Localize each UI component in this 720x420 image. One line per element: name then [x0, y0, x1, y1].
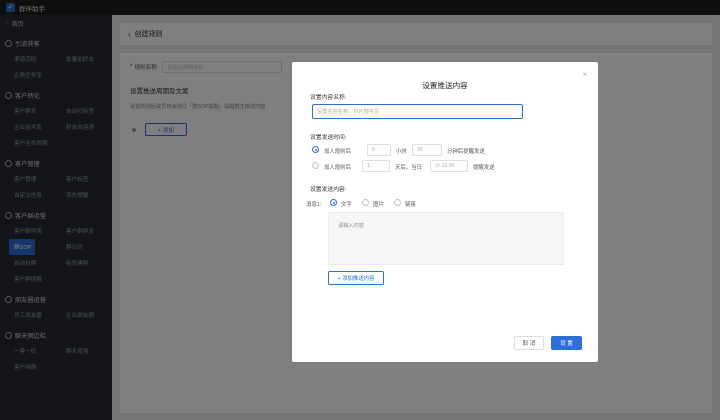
confirm-button[interactable]: 设 置: [551, 336, 582, 350]
content-name-label: 设置内容名称:: [310, 95, 347, 101]
add-content-button[interactable]: + 添加推送内容: [328, 271, 384, 285]
days-input[interactable]: 1: [362, 160, 390, 172]
content-textarea[interactable]: 请输入内容: [328, 212, 564, 265]
time-option-1-prefix: 加入规则后: [324, 149, 351, 155]
push-content-dialog: 设置推送内容 × 设置内容名称: 设置内容名称，仅内部可见 设置发送时间: 加入…: [292, 62, 598, 362]
days-middle: 天后，当日: [395, 165, 422, 171]
hours-unit: 小时: [396, 149, 407, 155]
send-time-label: 设置发送时间:: [310, 135, 347, 141]
content-name-input[interactable]: 设置内容名称，仅内部可见: [312, 104, 523, 119]
dialog-title: 设置推送内容: [422, 81, 468, 90]
type-link-radio[interactable]: [394, 199, 401, 206]
minutes-input[interactable]: 30: [412, 144, 442, 156]
time-option-1-radio[interactable]: [312, 146, 319, 153]
type-image-label: 图片: [373, 202, 384, 208]
time-select-value: 12:00: [441, 163, 455, 169]
cancel-button[interactable]: 取 消: [514, 336, 544, 350]
close-icon[interactable]: ×: [581, 71, 589, 79]
send-content-label: 设置发送内容:: [310, 187, 347, 193]
time-option-2-radio[interactable]: [312, 162, 319, 169]
clock-icon: ◷: [435, 163, 440, 169]
type-text-radio[interactable]: [330, 199, 337, 206]
time-option-2-prefix: 加入规则后: [324, 165, 351, 171]
type-text-label: 文字: [341, 202, 352, 208]
message-label: 消息1:: [306, 202, 322, 208]
hours-input[interactable]: 0: [367, 144, 391, 156]
days-suffix: 提醒发送: [473, 165, 495, 171]
type-link-label: 链接: [405, 202, 416, 208]
minutes-suffix: 分钟后提醒发送: [447, 149, 485, 155]
time-select[interactable]: ◷ 12:00: [430, 160, 468, 172]
type-image-radio[interactable]: [362, 199, 369, 206]
